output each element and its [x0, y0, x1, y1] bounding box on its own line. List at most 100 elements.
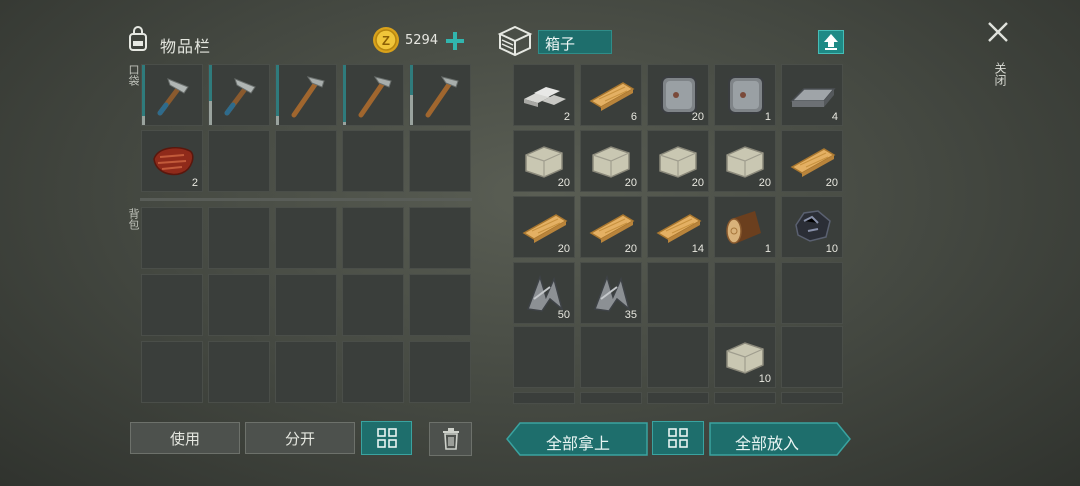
item-quantity: 10 — [758, 373, 771, 385]
item-quantity: 14 — [691, 243, 704, 255]
take-all-button[interactable]: 全部拿上 — [506, 422, 648, 456]
box-slot[interactable] — [513, 326, 575, 388]
metal-ingot-icon — [524, 87, 566, 107]
backpack-slot[interactable] — [141, 341, 203, 403]
box-slot[interactable] — [647, 326, 709, 388]
box-slot[interactable]: 4 — [781, 64, 843, 126]
pocket-slot[interactable] — [342, 130, 404, 192]
pocket-slot[interactable] — [208, 130, 270, 192]
log-icon — [726, 211, 761, 244]
backpack-slot[interactable] — [208, 207, 270, 269]
box-title: 箱子 — [538, 30, 612, 54]
take-all-label: 全部拿上 — [546, 434, 611, 453]
box-slot[interactable] — [647, 392, 709, 404]
meat-icon — [153, 146, 194, 176]
inventory-title: 物品栏 — [160, 37, 212, 56]
backpack-slot[interactable] — [208, 341, 270, 403]
backpack-slot[interactable] — [275, 207, 337, 269]
box-slot[interactable] — [714, 262, 776, 324]
box-upgrade-button[interactable] — [818, 30, 844, 54]
backpack-icon — [124, 26, 152, 54]
sort-inventory-button[interactable] — [361, 421, 412, 455]
pocket-slot[interactable] — [275, 130, 337, 192]
item-quantity: 50 — [557, 309, 570, 321]
split-button[interactable]: 分开 — [245, 422, 355, 454]
item-quantity: 20 — [758, 177, 771, 189]
box-slot[interactable]: 14 — [647, 196, 709, 258]
grid-icon — [668, 428, 688, 448]
item-quantity: 1 — [764, 111, 771, 123]
box-slot[interactable]: 2 — [513, 64, 575, 126]
coin-count: 5294 — [405, 33, 439, 48]
item-quantity: 6 — [630, 111, 637, 123]
backpack-slot[interactable] — [342, 274, 404, 336]
box-slot[interactable]: 10 — [714, 326, 776, 388]
backpack-slot[interactable] — [141, 207, 203, 269]
box-slot[interactable]: 20 — [580, 196, 642, 258]
backpack-slot[interactable] — [342, 341, 404, 403]
box-slot[interactable]: 20 — [513, 130, 575, 192]
put-all-button[interactable]: 全部放入 — [709, 422, 851, 456]
backpack-slot[interactable] — [409, 341, 471, 403]
pocket-label: 口袋 — [127, 64, 140, 86]
backpack-slot[interactable] — [342, 207, 404, 269]
pocket-slot[interactable] — [409, 64, 471, 126]
pocket-slot[interactable] — [275, 64, 337, 126]
pocket-slot[interactable] — [208, 64, 270, 126]
box-slot[interactable] — [647, 262, 709, 324]
durability-fill — [276, 116, 279, 125]
pocket-backpack-divider — [140, 198, 472, 201]
box-slot[interactable] — [513, 392, 575, 404]
box-slot[interactable]: 20 — [513, 196, 575, 258]
durability-fill — [142, 116, 145, 125]
box-slot[interactable]: 20 — [647, 64, 709, 126]
pickaxe-icon — [425, 76, 459, 118]
box-slot[interactable]: 1 — [714, 64, 776, 126]
backpack-slot[interactable] — [409, 207, 471, 269]
item-quantity: 20 — [624, 177, 637, 189]
use-button[interactable]: 使用 — [130, 422, 240, 454]
box-slot[interactable] — [781, 326, 843, 388]
pocket-slot[interactable] — [409, 130, 471, 192]
box-slot[interactable] — [781, 262, 843, 324]
box-slot[interactable] — [580, 326, 642, 388]
box-slot[interactable] — [580, 392, 642, 404]
close-button[interactable]: 关闭 — [986, 20, 1012, 102]
item-quantity: 20 — [624, 243, 637, 255]
item-quantity: 20 — [825, 177, 838, 189]
upload-arrow-icon — [824, 34, 838, 50]
item-quantity: 2 — [563, 111, 570, 123]
item-quantity: 20 — [557, 177, 570, 189]
backpack-slot[interactable] — [275, 274, 337, 336]
item-quantity: 10 — [825, 243, 838, 255]
svg-text:Z: Z — [382, 33, 390, 48]
box-slot[interactable]: 20 — [647, 130, 709, 192]
coin-icon: Z — [372, 26, 400, 54]
close-icon — [988, 22, 1008, 42]
box-slot[interactable]: 20 — [714, 130, 776, 192]
box-slot[interactable]: 20 — [580, 130, 642, 192]
close-label: 关闭 — [993, 62, 1007, 86]
add-coins-button[interactable] — [444, 30, 466, 52]
sort-box-button[interactable] — [652, 421, 704, 455]
box-slot[interactable]: 20 — [781, 130, 843, 192]
backpack-slot[interactable] — [275, 341, 337, 403]
box-slot[interactable] — [714, 392, 776, 404]
backpack-slot[interactable] — [208, 274, 270, 336]
backpack-slot[interactable] — [409, 274, 471, 336]
iron-bar-icon — [790, 88, 836, 107]
trash-icon — [442, 428, 459, 450]
pocket-slot[interactable] — [141, 64, 203, 126]
box-slot[interactable]: 50 — [513, 262, 575, 324]
box-slot[interactable] — [781, 392, 843, 404]
trash-button[interactable] — [429, 422, 472, 456]
box-slot[interactable]: 6 — [580, 64, 642, 126]
box-slot[interactable]: 35 — [580, 262, 642, 324]
plus-icon — [446, 32, 464, 50]
backpack-slot[interactable] — [141, 274, 203, 336]
box-title-text: 箱子 — [545, 35, 576, 53]
pocket-slot[interactable] — [342, 64, 404, 126]
box-slot[interactable]: 10 — [781, 196, 843, 258]
pocket-slot[interactable]: 2 — [141, 130, 203, 192]
box-slot[interactable]: 1 — [714, 196, 776, 258]
